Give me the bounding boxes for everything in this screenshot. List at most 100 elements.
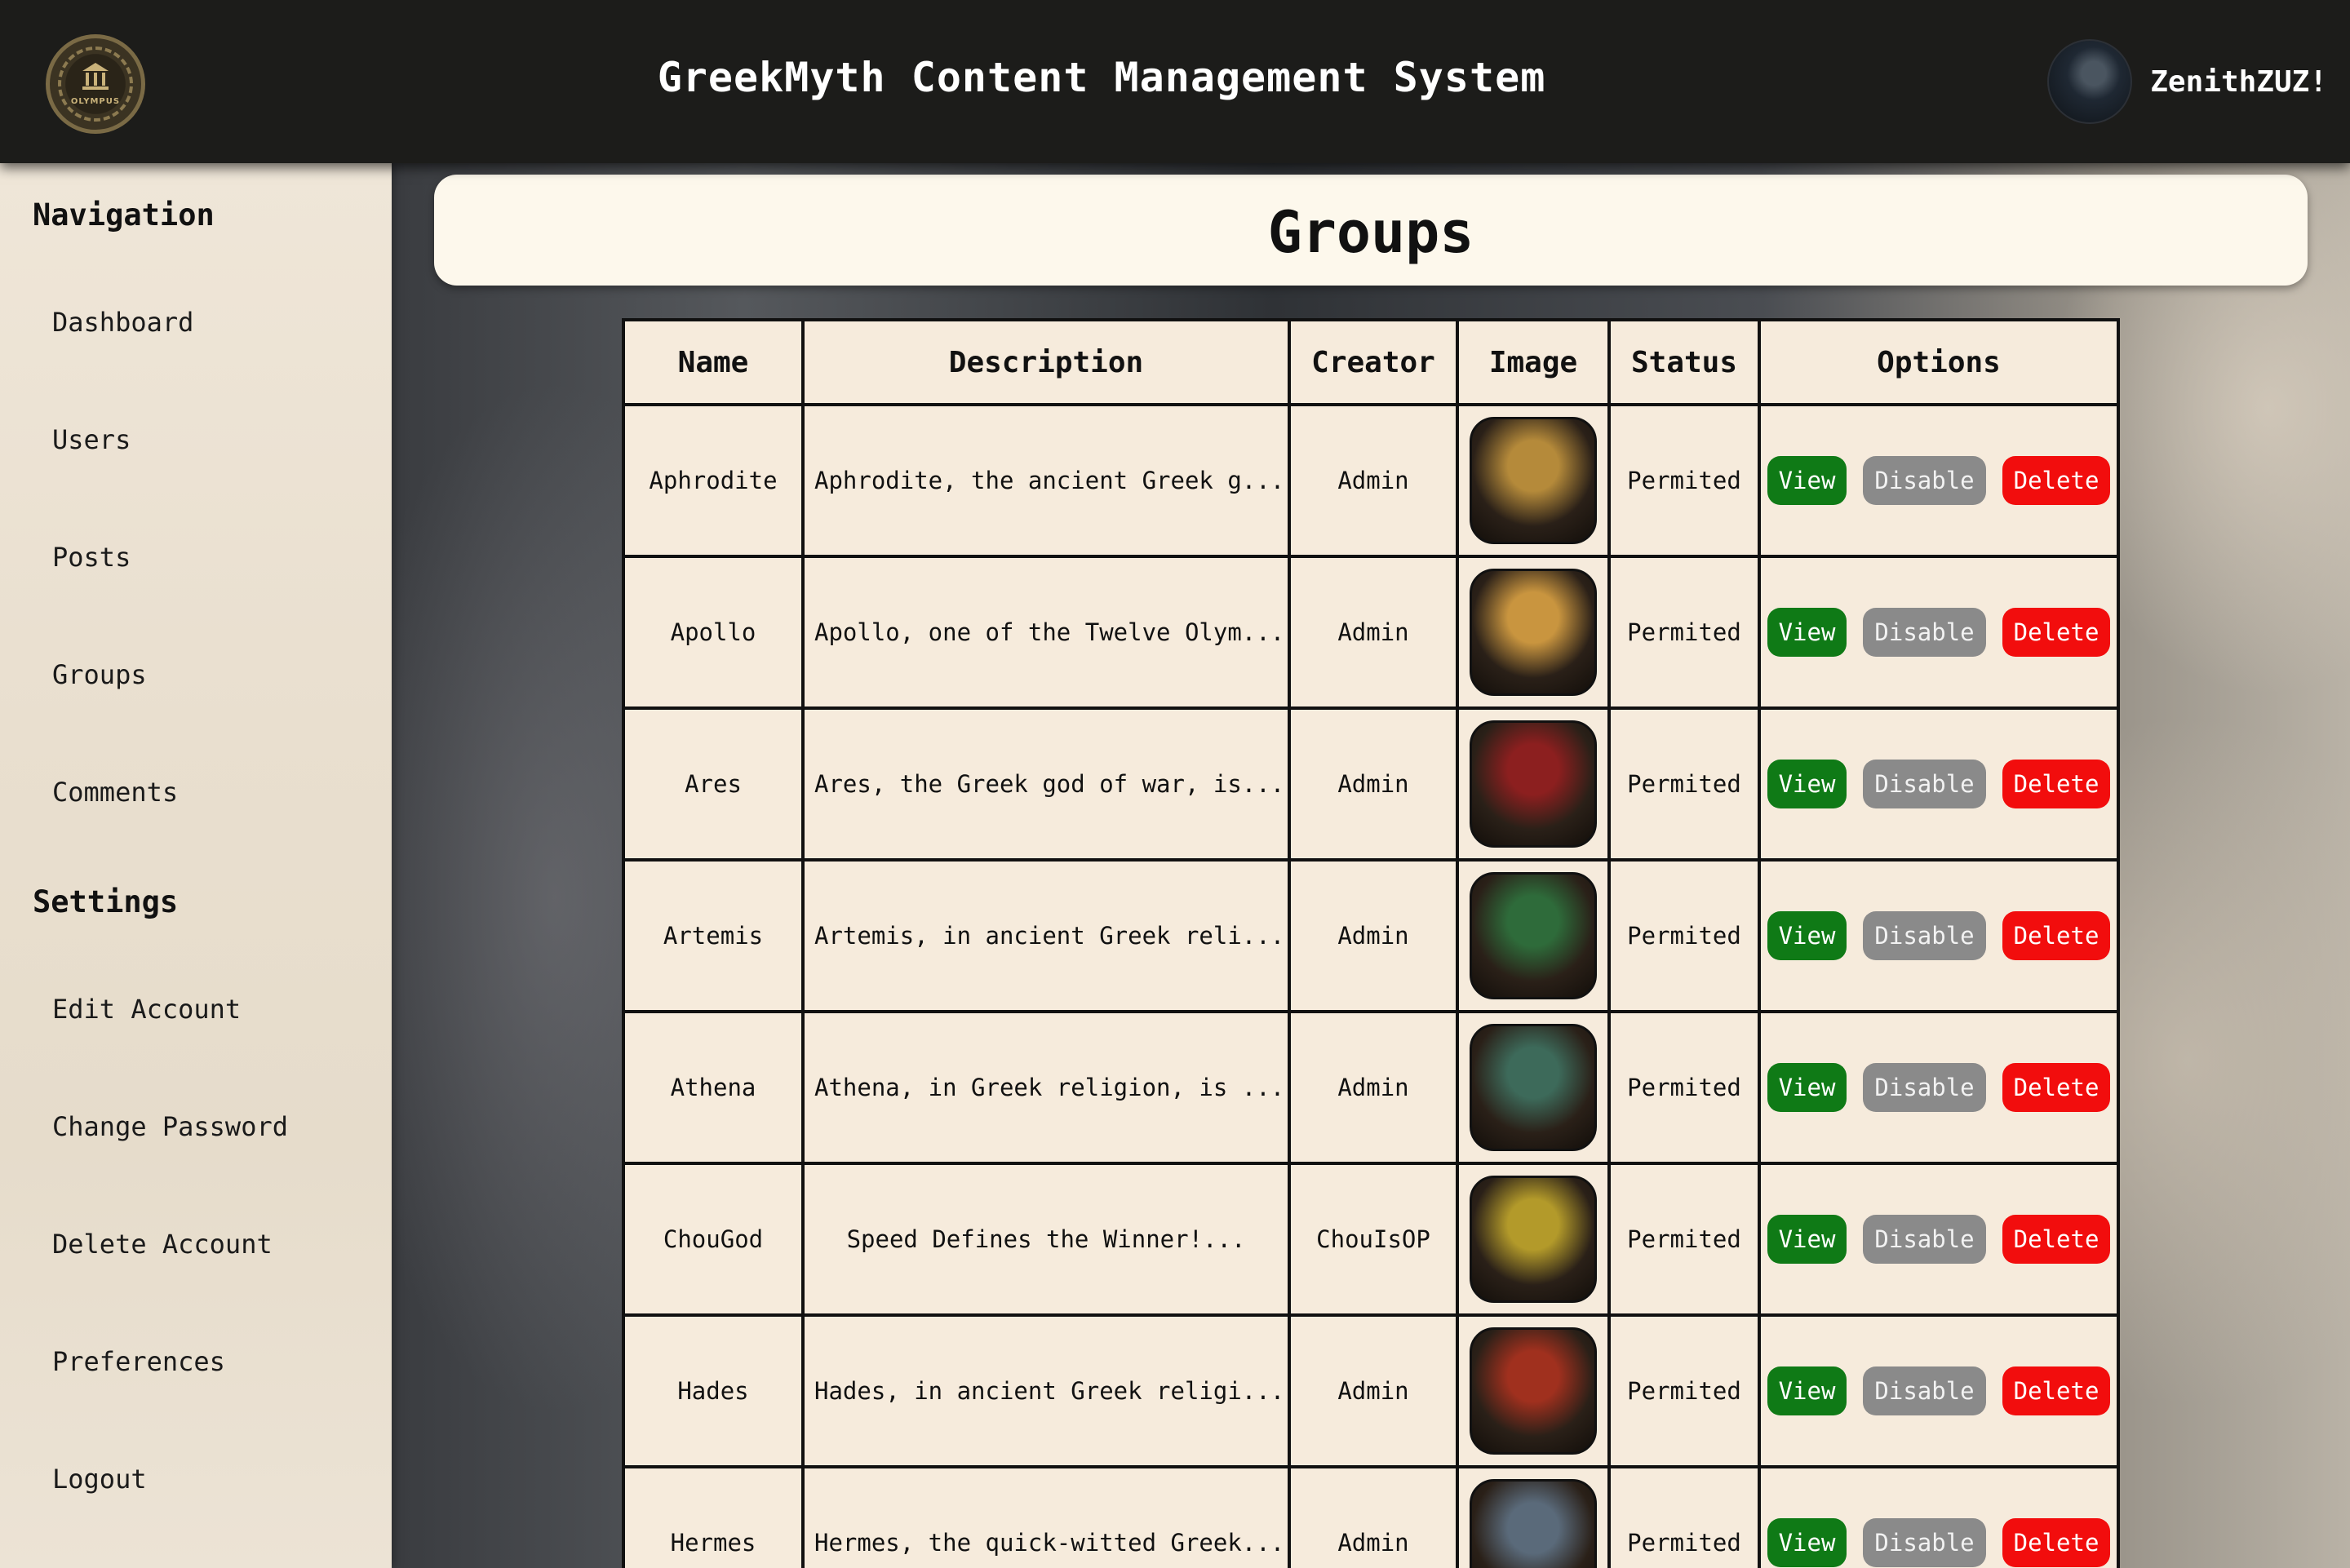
cell-status: Permited <box>1607 1313 1761 1468</box>
row-options: View Disable Delete <box>1761 1518 2117 1567</box>
cell-status: Permited <box>1607 858 1761 1013</box>
delete-button[interactable]: Delete <box>2002 760 2111 808</box>
cell-status: Permited <box>1607 1162 1761 1317</box>
row-options: View Disable Delete <box>1761 608 2117 657</box>
disable-button[interactable]: Disable <box>1863 1215 1986 1264</box>
table-header-row: Name Description Creator Image Status Op… <box>622 318 2120 406</box>
artemis-image[interactable] <box>1470 872 1597 999</box>
groups-table: Name Description Creator Image Status Op… <box>622 318 2120 1568</box>
cell-options: View Disable Delete <box>1758 1010 2120 1165</box>
cell-name: ChouGod <box>622 1162 805 1317</box>
sidebar-item-preferences[interactable]: Preferences <box>52 1346 225 1377</box>
avatar[interactable] <box>2047 39 2133 124</box>
cell-description: Speed Defines the Winner!... <box>801 1162 1291 1317</box>
table-row: ChouGod Speed Defines the Winner!... Cho… <box>622 1162 2120 1317</box>
groups-table-container: Name Description Creator Image Status Op… <box>622 318 2120 1568</box>
cell-options: View Disable Delete <box>1758 1313 2120 1468</box>
header-creator: Creator <box>1288 318 1459 406</box>
sidebar-item-dashboard[interactable]: Dashboard <box>52 307 193 338</box>
page-title-banner: Groups <box>434 175 2308 286</box>
table-row: Hades Hades, in ancient Greek religi... … <box>622 1313 2120 1468</box>
cell-creator: Admin <box>1288 858 1459 1013</box>
cell-description: Aphrodite, the ancient Greek g... <box>801 403 1291 558</box>
row-options: View Disable Delete <box>1761 911 2117 960</box>
cell-creator: Admin <box>1288 555 1459 710</box>
table-row: Athena Athena, in Greek religion, is ...… <box>622 1010 2120 1165</box>
view-button[interactable]: View <box>1767 608 1847 657</box>
disable-button[interactable]: Disable <box>1863 1366 1986 1415</box>
cell-name: Aphrodite <box>622 403 805 558</box>
cell-name: Hermes <box>622 1465 805 1568</box>
cell-options: View Disable Delete <box>1758 706 2120 862</box>
cell-name: Athena <box>622 1010 805 1165</box>
row-options: View Disable Delete <box>1761 456 2117 505</box>
cell-description: Ares, the Greek god of war, is... <box>801 706 1291 862</box>
cell-name: Ares <box>622 706 805 862</box>
delete-button[interactable]: Delete <box>2002 1518 2111 1567</box>
table-row: Aphrodite Aphrodite, the ancient Greek g… <box>622 403 2120 558</box>
sidebar-item-logout[interactable]: Logout <box>52 1464 147 1495</box>
cell-description: Artemis, in ancient Greek reli... <box>801 858 1291 1013</box>
cell-image <box>1456 1010 1611 1165</box>
view-button[interactable]: View <box>1767 1518 1847 1567</box>
cell-options: View Disable Delete <box>1758 858 2120 1013</box>
cell-creator: ChouIsOP <box>1288 1162 1459 1317</box>
sidebar-item-users[interactable]: Users <box>52 424 131 455</box>
disable-button[interactable]: Disable <box>1863 608 1986 657</box>
disable-button[interactable]: Disable <box>1863 1518 1986 1567</box>
row-options: View Disable Delete <box>1761 1063 2117 1112</box>
ares-image[interactable] <box>1470 720 1597 848</box>
delete-button[interactable]: Delete <box>2002 1063 2111 1112</box>
disable-button[interactable]: Disable <box>1863 760 1986 808</box>
cell-options: View Disable Delete <box>1758 555 2120 710</box>
cell-options: View Disable Delete <box>1758 1162 2120 1317</box>
hades-image[interactable] <box>1470 1327 1597 1455</box>
cell-options: View Disable Delete <box>1758 403 2120 558</box>
user-profile[interactable]: ZenithZUZ! <box>2047 38 2327 126</box>
cell-description: Athena, in Greek religion, is ... <box>801 1010 1291 1165</box>
cell-image <box>1456 1162 1611 1317</box>
chougod-image[interactable] <box>1470 1176 1597 1303</box>
navigation-heading: Navigation <box>33 197 215 233</box>
view-button[interactable]: View <box>1767 1366 1847 1415</box>
disable-button[interactable]: Disable <box>1863 911 1986 960</box>
username[interactable]: ZenithZUZ! <box>2150 65 2327 99</box>
sidebar-item-posts[interactable]: Posts <box>52 542 131 573</box>
delete-button[interactable]: Delete <box>2002 911 2111 960</box>
sidebar-item-change-password[interactable]: Change Password <box>52 1111 288 1142</box>
disable-button[interactable]: Disable <box>1863 1063 1986 1112</box>
sidebar-item-groups[interactable]: Groups <box>52 659 147 690</box>
cell-creator: Admin <box>1288 1465 1459 1568</box>
header-description: Description <box>801 318 1291 406</box>
cell-name: Hades <box>622 1313 805 1468</box>
cell-image <box>1456 858 1611 1013</box>
disable-button[interactable]: Disable <box>1863 456 1986 505</box>
row-options: View Disable Delete <box>1761 1215 2117 1264</box>
view-button[interactable]: View <box>1767 456 1847 505</box>
cell-image <box>1456 1313 1611 1468</box>
cell-status: Permited <box>1607 403 1761 558</box>
athena-image[interactable] <box>1470 1024 1597 1151</box>
delete-button[interactable]: Delete <box>2002 1366 2111 1415</box>
delete-button[interactable]: Delete <box>2002 608 2111 657</box>
view-button[interactable]: View <box>1767 1063 1847 1112</box>
header-image: Image <box>1456 318 1611 406</box>
apollo-image[interactable] <box>1470 569 1597 696</box>
hermes-image[interactable] <box>1470 1479 1597 1568</box>
sidebar-item-comments[interactable]: Comments <box>52 777 178 808</box>
sidebar-item-delete-account[interactable]: Delete Account <box>52 1229 273 1260</box>
view-button[interactable]: View <box>1767 911 1847 960</box>
sidebar-item-edit-account[interactable]: Edit Account <box>52 994 241 1025</box>
view-button[interactable]: View <box>1767 760 1847 808</box>
view-button[interactable]: View <box>1767 1215 1847 1264</box>
cell-description: Hermes, the quick-witted Greek... <box>801 1465 1291 1568</box>
table-row: Artemis Artemis, in ancient Greek reli..… <box>622 858 2120 1013</box>
cell-name: Artemis <box>622 858 805 1013</box>
cell-description: Apollo, one of the Twelve Olym... <box>801 555 1291 710</box>
table-row: Hermes Hermes, the quick-witted Greek...… <box>622 1465 2120 1568</box>
cell-status: Permited <box>1607 1465 1761 1568</box>
cell-status: Permited <box>1607 1010 1761 1165</box>
aphrodite-image[interactable] <box>1470 417 1597 544</box>
delete-button[interactable]: Delete <box>2002 1215 2111 1264</box>
delete-button[interactable]: Delete <box>2002 456 2111 505</box>
